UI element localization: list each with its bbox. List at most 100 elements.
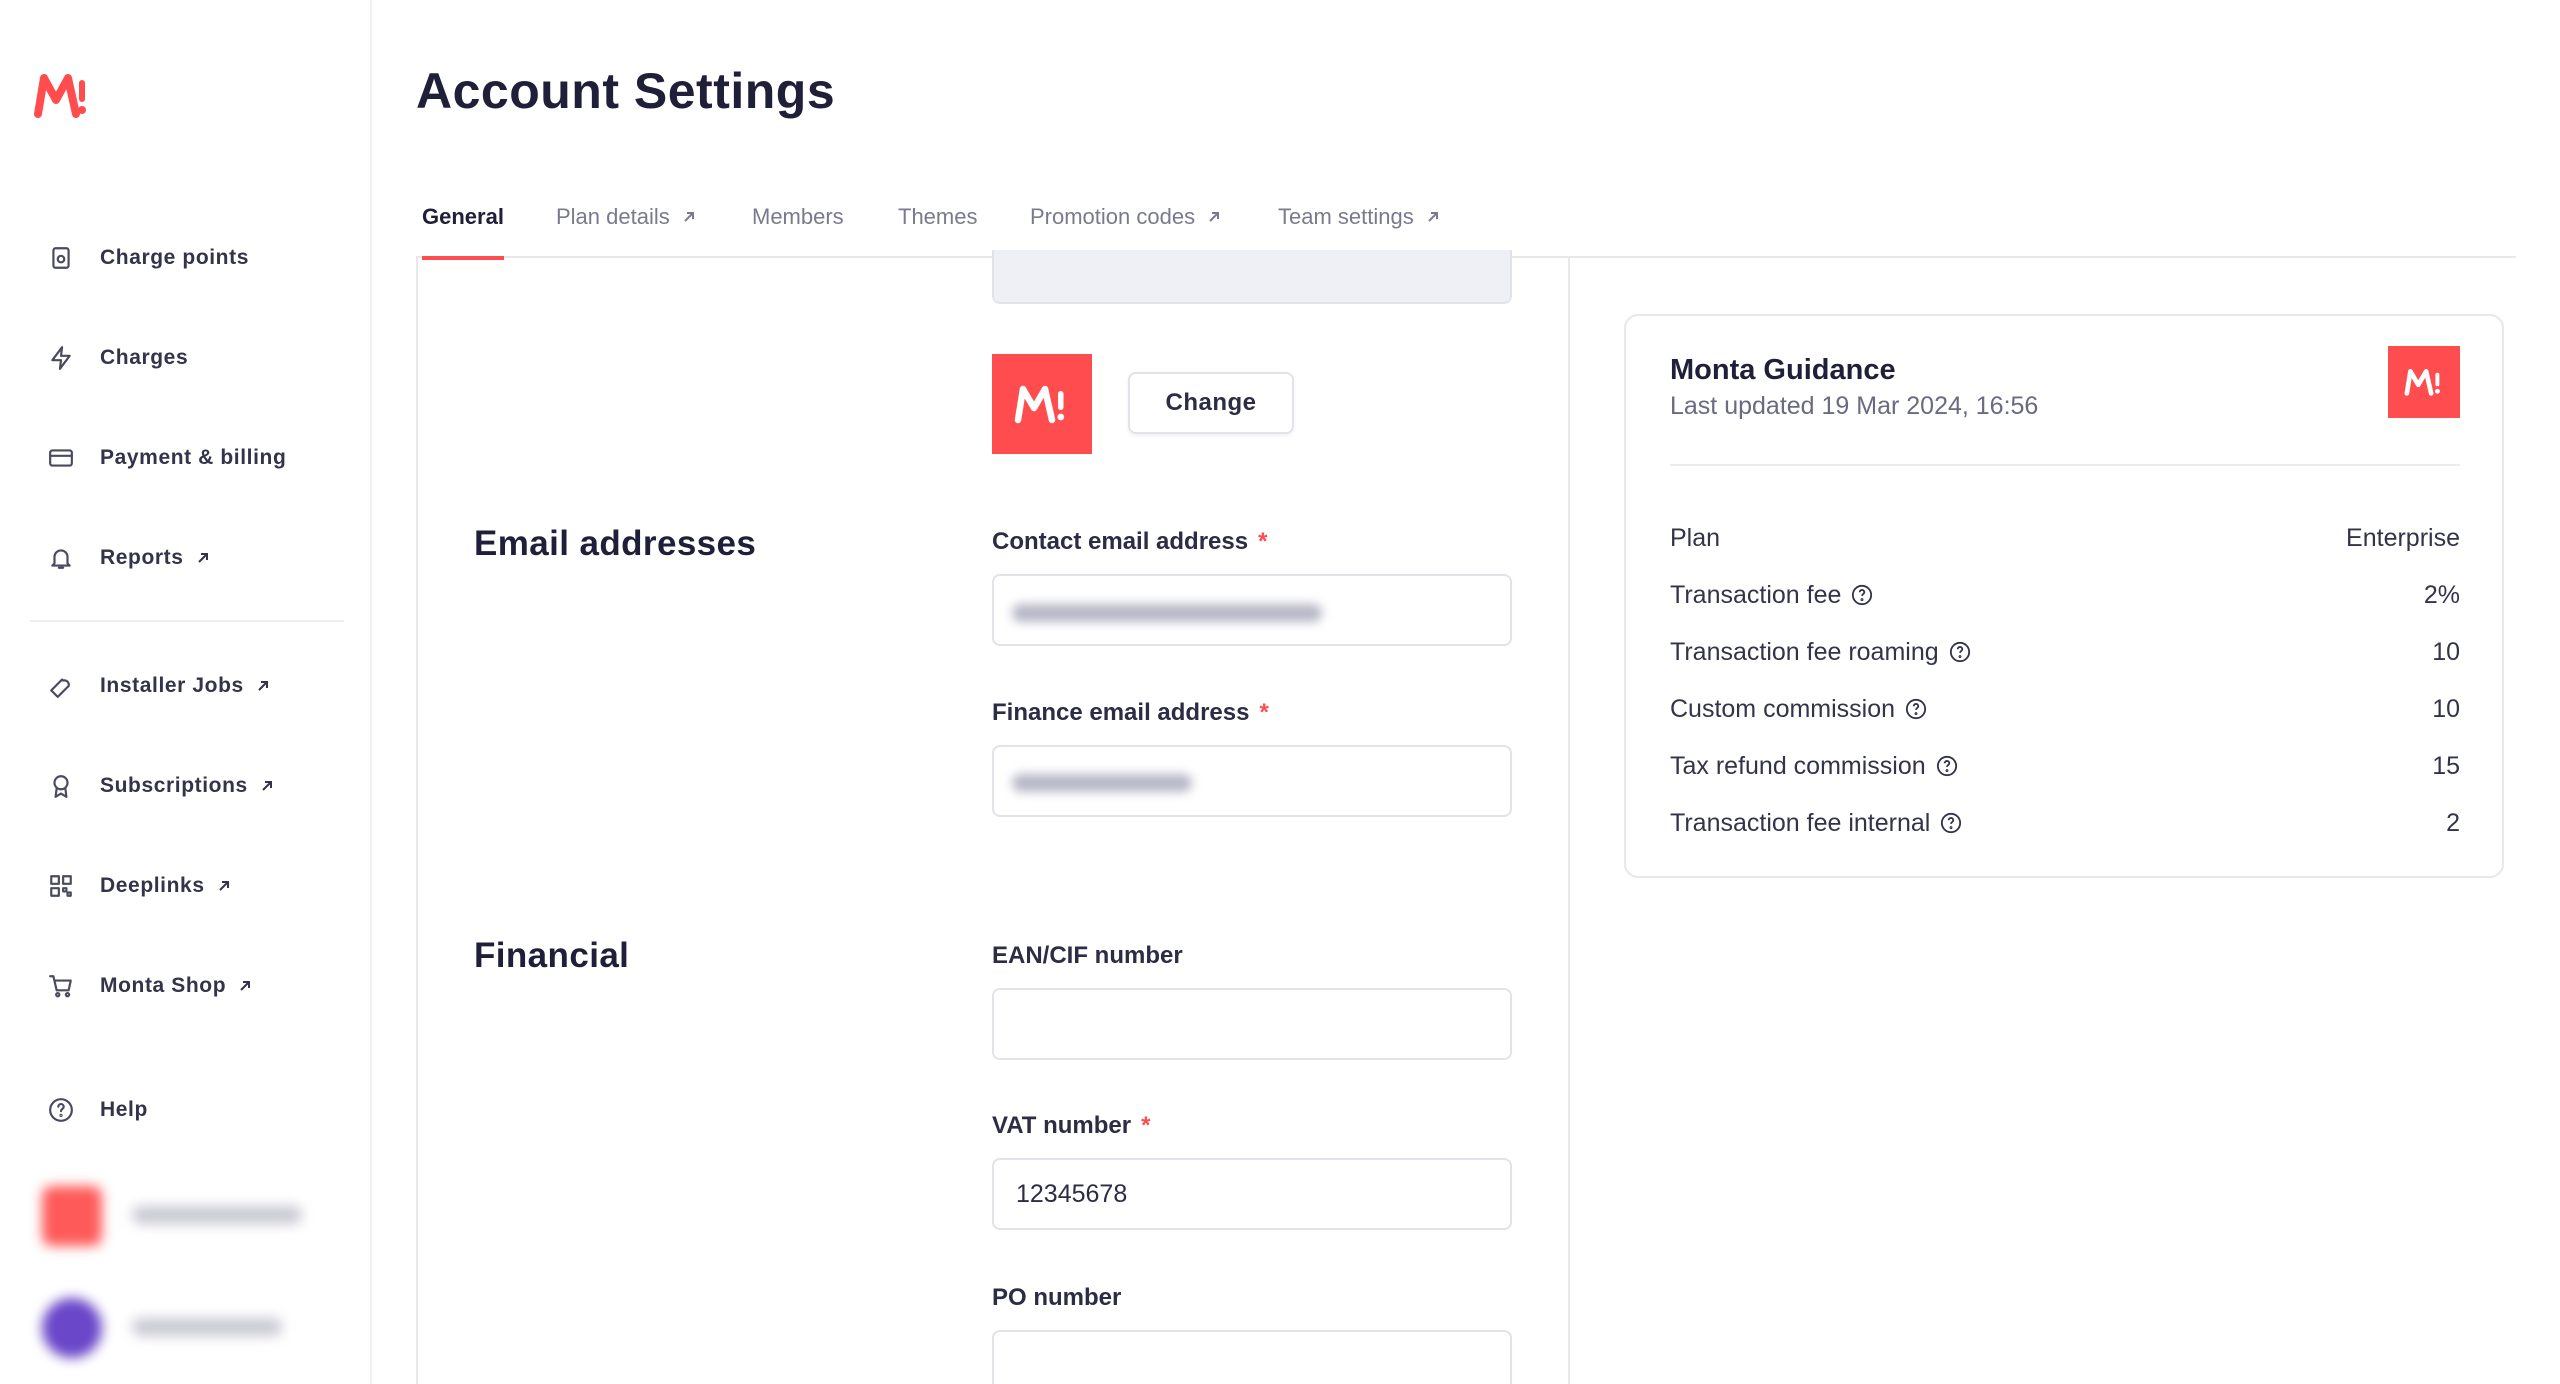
help-circle-icon[interactable] <box>1851 584 1873 606</box>
guidance-row-value: 2% <box>2423 580 2460 609</box>
sidebar-item-label: Deeplinks <box>100 874 205 897</box>
finance-email-label: Finance email address * <box>992 699 1269 727</box>
field-label-text: Contact email address <box>992 528 1249 555</box>
external-link-icon <box>196 551 210 565</box>
tab-general[interactable]: General <box>422 196 504 260</box>
sidebar-item-deeplinks[interactable]: Deeplinks <box>30 856 231 916</box>
company-logo-preview <box>992 354 1092 454</box>
sidebar-item-label: Payment & billing <box>100 446 287 469</box>
monta-m-icon <box>1014 385 1065 424</box>
email-section-title: Email addresses <box>474 524 757 563</box>
tab-label: Promotion codes <box>1030 204 1196 229</box>
sidebar-item-payment-billing[interactable]: Payment & billing <box>30 428 286 488</box>
guidance-row-label: Plan <box>1670 523 1721 552</box>
wrench-icon <box>30 666 100 706</box>
sidebar-item-label: Subscriptions <box>100 774 248 797</box>
guidance-row-label: Transaction fee internal <box>1670 808 1931 837</box>
credit-card-icon <box>30 438 100 478</box>
guidance-row-custom-commission: Custom commission 10 <box>1670 689 2460 729</box>
sidebar-divider <box>30 620 344 622</box>
monta-guidance-card: Monta Guidance Last updated 19 Mar 2024,… <box>1624 314 2504 878</box>
contact-email-label: Contact email address * <box>992 528 1267 556</box>
sidebar-item-label: Help <box>100 1098 148 1121</box>
sidebar-item-help[interactable]: Help <box>30 1080 148 1140</box>
guidance-row-label: Custom commission <box>1670 694 1896 723</box>
sidebar-item-label: Charge points <box>100 246 249 269</box>
sidebar-item-label: Reports <box>100 546 184 569</box>
field-label-text: Finance email address <box>992 699 1250 726</box>
help-circle-icon[interactable] <box>1905 698 1927 720</box>
required-mark: * <box>1258 528 1268 555</box>
tab-team-settings[interactable]: Team settings <box>1278 196 1440 258</box>
content-border-divider <box>1568 258 1570 1384</box>
user-avatar[interactable] <box>42 1298 102 1358</box>
po-number-label: PO number <box>992 1284 1122 1311</box>
ean-cif-input[interactable] <box>992 988 1512 1060</box>
vat-number-label: VAT number * <box>992 1112 1150 1140</box>
guidance-row-label: Transaction fee <box>1670 580 1842 609</box>
cart-icon <box>30 966 100 1006</box>
sidebar-item-label: Installer Jobs <box>100 674 244 697</box>
required-mark: * <box>1141 1112 1151 1139</box>
bell-icon <box>30 538 100 578</box>
tab-label: Team settings <box>1278 204 1414 229</box>
vat-number-input[interactable] <box>992 1158 1512 1230</box>
external-link-icon <box>1207 204 1221 222</box>
help-circle-icon[interactable] <box>1936 755 1958 777</box>
guidance-row-label: Transaction fee roaming <box>1670 637 1939 666</box>
guidance-row-label: Tax refund commission <box>1670 751 1926 780</box>
financial-section-title: Financial <box>474 936 630 975</box>
scrolled-input-field[interactable] <box>992 250 1512 304</box>
help-circle-icon[interactable] <box>1940 812 1962 834</box>
external-link-icon <box>682 204 696 222</box>
guidance-row-value: Enterprise <box>2346 523 2460 552</box>
user-name-redacted[interactable] <box>132 1318 282 1336</box>
tab-members[interactable]: Members <box>752 196 844 258</box>
help-circle-icon <box>30 1090 100 1130</box>
tab-plan-details[interactable]: Plan details <box>556 196 696 258</box>
sidebar-item-monta-shop[interactable]: Monta Shop <box>30 956 252 1016</box>
tab-themes[interactable]: Themes <box>898 196 977 258</box>
tab-promotion-codes[interactable]: Promotion codes <box>1030 196 1221 258</box>
guidance-row-value: 10 <box>2432 637 2460 666</box>
guidance-row-transaction-fee-roaming: Transaction fee roaming 10 <box>1670 632 2460 672</box>
charge-point-icon <box>30 238 100 278</box>
finance-email-redacted-value <box>1012 774 1192 792</box>
guidance-row-value: 10 <box>2432 694 2460 723</box>
sidebar-item-subscriptions[interactable]: Subscriptions <box>30 756 274 816</box>
sidebar-item-reports[interactable]: Reports <box>30 528 210 588</box>
field-label-text: VAT number <box>992 1112 1132 1139</box>
monta-logo-icon <box>2388 346 2460 418</box>
page-title: Account Settings <box>416 63 836 119</box>
monta-logo-icon[interactable] <box>34 72 86 118</box>
guidance-title: Monta Guidance <box>1670 354 1896 386</box>
sidebar-item-label: Charges <box>100 346 189 369</box>
required-mark: * <box>1259 699 1269 726</box>
external-link-icon <box>1426 204 1440 222</box>
guidance-row-value: 2 <box>2446 808 2460 837</box>
external-link-icon <box>256 679 270 693</box>
change-logo-button[interactable]: Change <box>1128 372 1294 434</box>
sidebar: Charge points Charges Payment & billing … <box>0 0 372 1384</box>
sidebar-item-installer-jobs[interactable]: Installer Jobs <box>30 656 270 716</box>
sidebar-item-charges[interactable]: Charges <box>30 328 188 388</box>
award-icon <box>30 766 100 806</box>
sidebar-item-charge-points[interactable]: Charge points <box>30 228 249 288</box>
ean-cif-label: EAN/CIF number <box>992 942 1183 969</box>
external-link-icon <box>238 979 252 993</box>
settings-tabs: General Plan details Members Themes Prom… <box>416 196 2516 260</box>
guidance-row-transaction-fee: Transaction fee 2% <box>1670 575 2460 615</box>
team-avatar[interactable] <box>42 1186 102 1246</box>
qr-code-icon <box>30 866 100 906</box>
guidance-row-transaction-fee-internal: Transaction fee internal 2 <box>1670 803 2460 843</box>
contact-email-redacted-value <box>1012 604 1322 622</box>
tab-label: Members <box>752 204 844 229</box>
help-circle-icon[interactable] <box>1949 641 1971 663</box>
team-name-redacted[interactable] <box>132 1206 302 1224</box>
tab-label: Plan details <box>556 204 670 229</box>
tab-label: General <box>422 204 504 229</box>
bolt-icon <box>30 338 100 378</box>
external-link-icon <box>217 879 231 893</box>
po-number-input[interactable] <box>992 1330 1512 1384</box>
sidebar-item-label: Monta Shop <box>100 974 227 997</box>
